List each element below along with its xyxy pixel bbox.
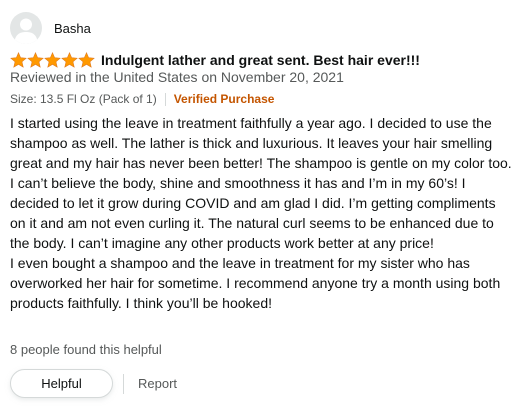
customer-review: Basha Indulgent lather and great sent. B… xyxy=(0,0,520,410)
avatar-icon[interactable] xyxy=(10,12,42,44)
star-icon xyxy=(10,52,27,68)
format-separator xyxy=(164,92,166,106)
star-icon xyxy=(27,52,44,68)
review-title[interactable]: Indulgent lather and great sent. Best ha… xyxy=(101,52,420,68)
action-divider xyxy=(123,373,124,394)
reviewer-profile[interactable]: Basha xyxy=(10,12,91,44)
review-actions: Helpful Report xyxy=(10,369,177,398)
helpful-count: 8 people found this helpful xyxy=(10,342,162,357)
star-rating[interactable] xyxy=(10,52,95,68)
review-title-row: Indulgent lather and great sent. Best ha… xyxy=(10,50,420,70)
product-format[interactable]: Size: 13.5 Fl Oz (Pack of 1) xyxy=(10,91,157,107)
star-icon xyxy=(61,52,78,68)
review-paragraph: I even bought a shampoo and the leave in… xyxy=(10,255,501,311)
review-date: Reviewed in the United States on Novembe… xyxy=(10,69,344,85)
verified-purchase-badge: Verified Purchase xyxy=(173,92,275,106)
helpful-button[interactable]: Helpful xyxy=(10,369,113,398)
report-link[interactable]: Report xyxy=(138,376,177,391)
reviewer-name[interactable]: Basha xyxy=(54,21,91,36)
review-format-row: Size: 13.5 Fl Oz (Pack of 1) Verified Pu… xyxy=(10,91,274,107)
review-body: I started using the leave in treatment f… xyxy=(10,113,515,313)
review-paragraph: I started using the leave in treatment f… xyxy=(10,115,512,251)
star-icon xyxy=(78,52,95,68)
star-icon xyxy=(44,52,61,68)
